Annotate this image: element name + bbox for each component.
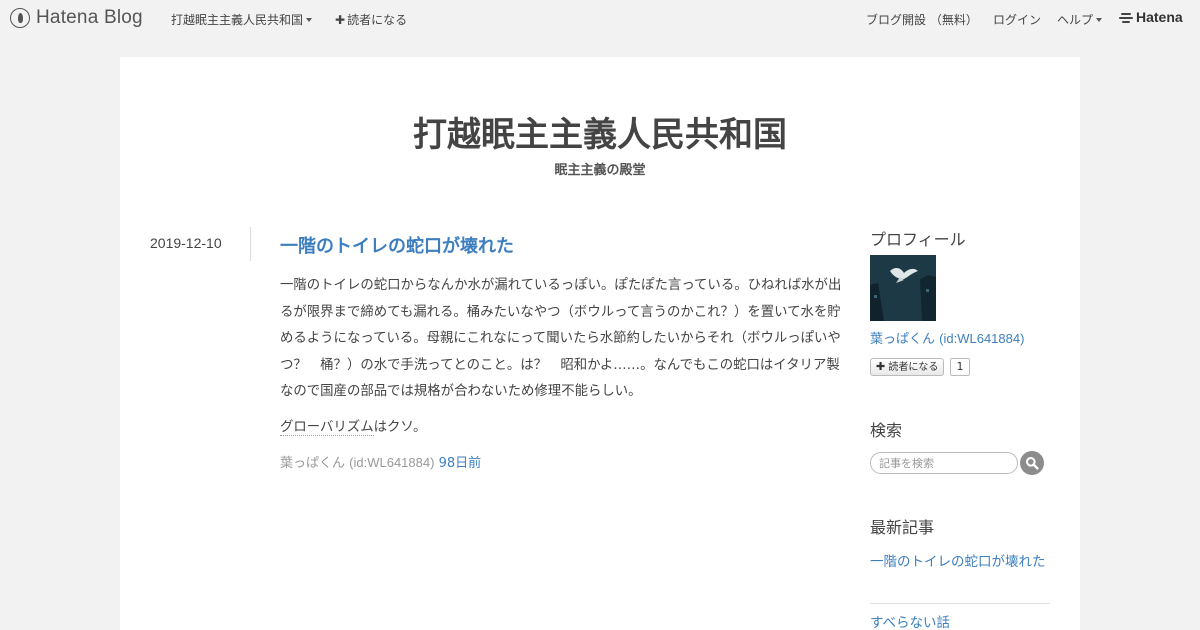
caret-down-icon: [306, 17, 313, 22]
profile-name[interactable]: 葉っぱくん (id:WL641884): [870, 328, 1024, 347]
caret-down-icon: [1096, 17, 1103, 22]
recent-divider: [870, 603, 1050, 604]
entry-date[interactable]: 2019-12-10: [150, 235, 222, 251]
hatena-logo-icon: [1119, 10, 1133, 24]
profile-name-text: 葉っぱくん: [870, 332, 936, 347]
keyword-link[interactable]: グローバリズム: [280, 419, 374, 436]
avatar-image-icon: [870, 255, 936, 321]
login-link[interactable]: ログイン: [993, 11, 1041, 28]
subscriber-count[interactable]: 1: [950, 358, 970, 376]
entry-title[interactable]: 一階のトイレの蛇口が壊れた: [280, 232, 514, 258]
blog-title[interactable]: 打越眠主主義人民共和国: [120, 107, 1080, 156]
profile-subscribe-label: 読者になる: [888, 362, 939, 373]
recent-entry-link[interactable]: 一階のトイレの蛇口が壊れた: [870, 552, 1050, 573]
profile-module-title: プロフィール: [870, 230, 966, 249]
entry-time-link[interactable]: 98日前: [439, 456, 482, 471]
hatena-menu-label: Hatena: [1136, 9, 1183, 25]
help-menu[interactable]: ヘルプ: [1057, 11, 1103, 28]
search-icon: [1026, 457, 1039, 470]
open-blog-link[interactable]: ブログ開設 （無料）: [866, 11, 978, 28]
entry-paragraph: 一階のトイレの蛇口からなんか水が漏れているっぽい。ぽたぽた言っている。ひねれば水…: [280, 278, 842, 399]
entry-date-divider: [250, 227, 251, 261]
help-menu-label: ヘルプ: [1057, 13, 1094, 27]
recent-module-title: 最新記事: [870, 518, 935, 537]
entry-paragraph: グローバリズムはクソ。: [280, 415, 844, 442]
entry-author[interactable]: 葉っぱくん: [280, 456, 345, 471]
global-subscribe-button[interactable]: ✚ 読者になる: [335, 11, 407, 28]
logo-text: Hatena Blog: [36, 7, 143, 28]
hatena-blog-logo-icon: [10, 8, 30, 28]
recent-entry-link[interactable]: すべらない話: [870, 613, 1050, 630]
main-container: 打越眠主主義人民共和国 眠主主義の殿堂 2019-12-10 一階のトイレの蛇口…: [120, 57, 1080, 630]
global-subscribe-label: 読者になる: [347, 13, 408, 27]
hatena-menu[interactable]: Hatena: [1119, 9, 1183, 25]
entry-author-id: (id:WL641884): [349, 455, 435, 470]
profile-id: (id:WL641884): [939, 331, 1025, 346]
entry-footer: 葉っぱくん (id:WL641884) 98日前: [280, 452, 481, 471]
entry-paragraph-text: はクソ。: [373, 419, 427, 435]
profile-avatar[interactable]: [870, 255, 936, 321]
plus-icon: ✚: [335, 13, 346, 27]
search-input[interactable]: [870, 452, 1018, 474]
entry-body: 一階のトイレの蛇口からなんか水が漏れているっぽい。ぽたぽた言っている。ひねれば水…: [280, 273, 844, 450]
blog-menu-label: 打越眠主主義人民共和国: [171, 13, 304, 27]
hatena-blog-logo[interactable]: Hatena Blog: [10, 7, 143, 29]
global-header: Hatena Blog 打越眠主主義人民共和国 ✚ 読者になる ブログ開設 （無料…: [0, 0, 1200, 37]
search-module-title: 検索: [870, 421, 903, 440]
profile-subscribe-button[interactable]: ✚ 読者になる: [870, 358, 945, 376]
blog-description: 眠主主義の殿堂: [554, 163, 646, 178]
blog-menu[interactable]: 打越眠主主義人民共和国: [171, 11, 313, 28]
plus-icon: ✚: [876, 360, 886, 373]
search-button[interactable]: [1020, 451, 1044, 475]
